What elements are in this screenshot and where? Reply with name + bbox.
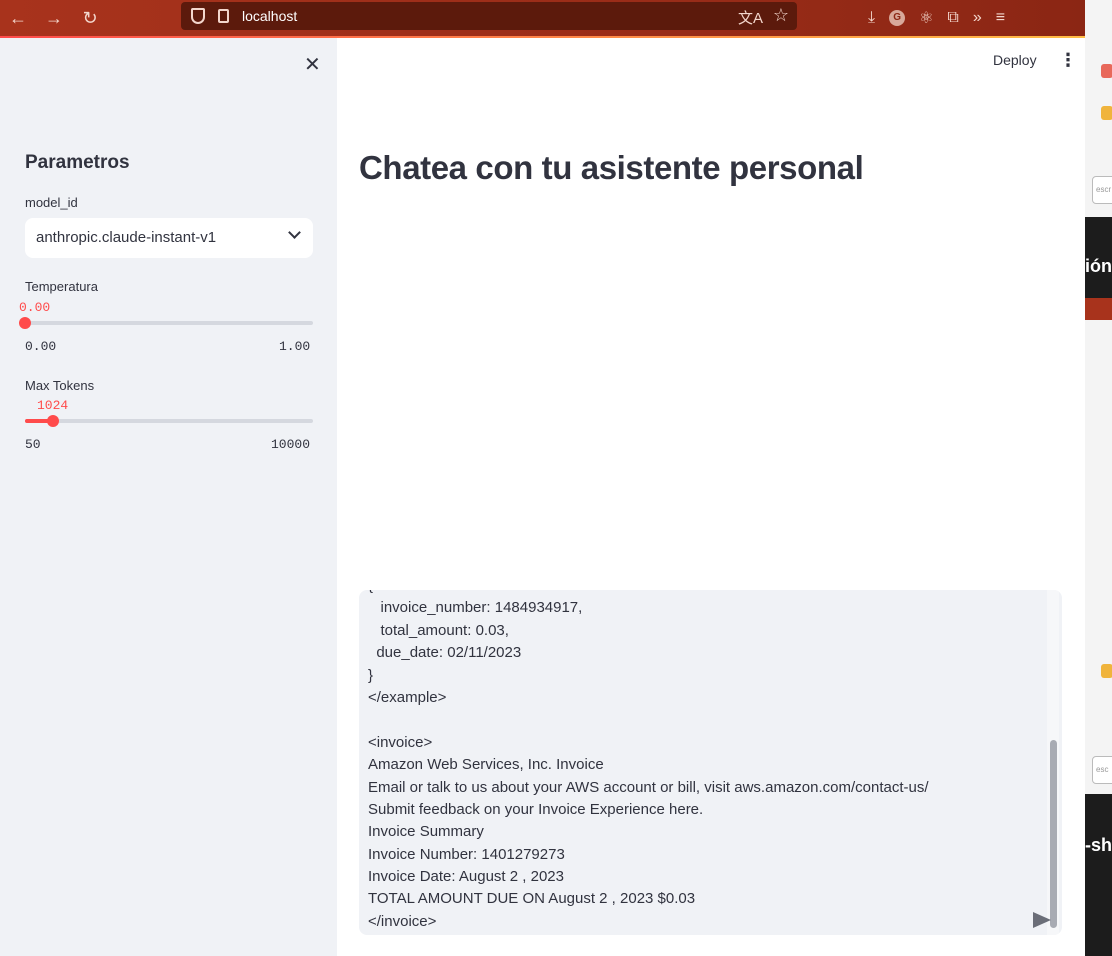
temperature-value: 0.00	[19, 300, 51, 315]
temperature-slider[interactable]	[19, 317, 313, 329]
edge-red-band	[1085, 298, 1112, 320]
max-tokens-min: 50	[25, 437, 41, 452]
max-tokens-value: 1024	[37, 398, 69, 413]
max-tokens-slider-thumb[interactable]	[47, 415, 59, 427]
chat-input-line: invoice_number: 1484934917,	[368, 599, 583, 617]
sidebar: ✕ Parametros model_id anthropic.claude-i…	[0, 38, 337, 956]
page-icon	[218, 9, 229, 23]
shield-icon	[191, 8, 205, 24]
sidebar-heading: Parametros	[25, 152, 130, 173]
overflow-icon[interactable]: »	[973, 9, 982, 27]
model-id-select[interactable]: anthropic.claude-instant-v1	[25, 218, 313, 258]
bookmark-star-icon[interactable]: ☆	[773, 5, 789, 26]
max-tokens-max: 10000	[271, 437, 311, 452]
chevron-down-icon	[288, 226, 301, 239]
edge-badge-yellow-2	[1101, 664, 1112, 678]
temperature-label: Temperatura	[25, 279, 98, 294]
page-title: Chatea con tu asistente personal	[359, 149, 864, 186]
chat-input-line	[368, 709, 1028, 731]
chat-input-line: {	[368, 590, 1028, 597]
url-text: localhost	[242, 8, 298, 24]
temperature-min: 0.00	[25, 339, 57, 354]
send-icon[interactable]	[1033, 912, 1051, 928]
back-icon[interactable]: ←	[0, 8, 36, 29]
edge-badge-yellow	[1101, 106, 1112, 120]
extensions-icon[interactable]: ⧉	[947, 9, 958, 27]
chat-input-scrollbar-thumb[interactable]	[1050, 740, 1057, 928]
hamburger-menu-icon[interactable]: ≡	[996, 9, 1005, 27]
deploy-button[interactable]: Deploy	[993, 52, 1037, 68]
account-icon[interactable]: G	[889, 10, 906, 26]
edge-input-1: escr	[1092, 176, 1112, 204]
main-menu-icon[interactable]: ⋮	[1059, 50, 1077, 71]
main-content: Deploy ⋮ Chatea con tu asistente persona…	[337, 38, 1085, 956]
edge-text-1: ión	[1085, 256, 1112, 276]
chat-input-line: Submit feedback on your Invoice Experien…	[368, 800, 704, 818]
reload-icon[interactable]: ↻	[72, 8, 108, 29]
chat-input-line: Invoice Summary	[368, 823, 484, 841]
chat-input-line: total_amount: 0.03,	[368, 621, 509, 639]
translate-icon[interactable]: 文A	[738, 7, 763, 28]
chat-input-line: Invoice Number: 1401279273	[368, 845, 565, 863]
model-id-value: anthropic.claude-instant-v1	[36, 229, 217, 246]
browser-toolbar: ← → ↻ localhost 文A ☆ ⤓ G ⚛ ⧉ » ≡	[0, 0, 1085, 36]
edge-text-2: -sh	[1085, 835, 1112, 855]
chat-input-line: </invoice>	[368, 912, 437, 930]
chat-input-line: }	[368, 666, 374, 684]
chat-input-line: Amazon Web Services, Inc. Invoice	[368, 756, 604, 774]
address-bar[interactable]: localhost 文A ☆	[181, 2, 797, 30]
edge-input-2: esc	[1092, 756, 1112, 784]
chat-input-line: Email or talk to us about your AWS accou…	[368, 778, 929, 796]
react-devtools-icon[interactable]: ⚛	[919, 8, 933, 28]
edge-dark-panel-2	[1085, 794, 1112, 956]
toolbar-extensions: ⤓ G ⚛ ⧉ » ≡	[868, 0, 1005, 36]
max-tokens-slider[interactable]	[25, 415, 313, 427]
temperature-slider-thumb[interactable]	[19, 317, 31, 329]
chat-input-line: <invoice>	[368, 733, 433, 751]
model-id-label: model_id	[25, 195, 78, 210]
chat-input-line: due_date: 02/11/2023	[368, 644, 522, 662]
chat-input-line: </example>	[368, 688, 447, 706]
chat-input-text[interactable]: { invoice_number: 1484934917, total_amou…	[368, 590, 1028, 933]
close-sidebar-icon[interactable]: ✕	[304, 52, 321, 77]
chat-input[interactable]: { invoice_number: 1484934917, total_amou…	[359, 590, 1062, 935]
forward-icon[interactable]: →	[36, 8, 72, 29]
chat-input-line: Invoice Date: August 2 , 2023	[368, 868, 564, 886]
edge-badge-red	[1101, 64, 1112, 78]
max-tokens-label: Max Tokens	[25, 378, 95, 393]
download-icon[interactable]: ⤓	[868, 9, 875, 27]
temperature-max: 1.00	[279, 339, 311, 354]
chat-input-line: TOTAL AMOUNT DUE ON August 2 , 2023 $0.0…	[368, 890, 696, 908]
